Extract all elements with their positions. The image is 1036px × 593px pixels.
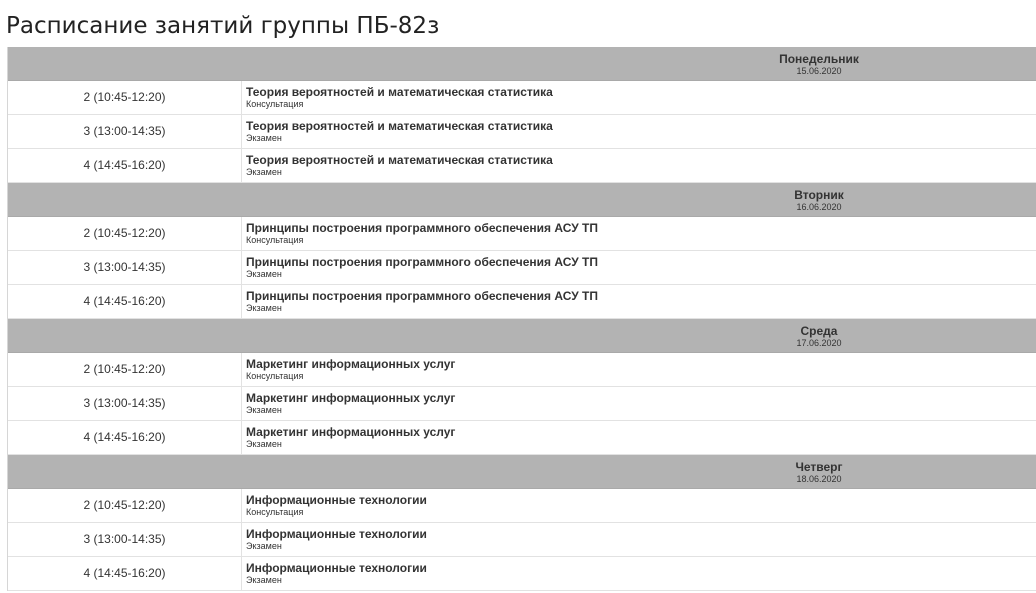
- lesson-subject: Теория вероятностей и математическая ста…: [246, 85, 553, 99]
- lesson-subject: Принципы построения программного обеспеч…: [246, 289, 598, 303]
- lesson-time: 3 (13:00-14:35): [8, 115, 242, 148]
- lesson-subject: Принципы построения программного обеспеч…: [246, 255, 598, 269]
- lesson-row: 3 (13:00-14:35) Принципы построения прог…: [8, 251, 1036, 285]
- day-name: Среда: [800, 324, 838, 338]
- lesson-time: 3 (13:00-14:35): [8, 387, 242, 420]
- lesson-row: 2 (10:45-12:20) Маркетинг информационных…: [8, 353, 1036, 387]
- lesson-type: Консультация: [246, 507, 304, 517]
- lesson-info: Маркетинг информационных услуг Экзамен: [246, 391, 455, 416]
- lesson-row: 3 (13:00-14:35) Информационные технологи…: [8, 523, 1036, 557]
- lesson-info: Маркетинг информационных услуг Экзамен: [246, 425, 455, 450]
- lesson-info: Маркетинг информационных услуг Консульта…: [246, 357, 455, 382]
- lesson-subject: Маркетинг информационных услуг: [246, 391, 456, 405]
- lesson-type: Экзамен: [246, 439, 282, 449]
- lesson-info: Теория вероятностей и математическая ста…: [246, 153, 553, 178]
- lesson-row: 2 (10:45-12:20) Теория вероятностей и ма…: [8, 81, 1036, 115]
- lesson-time: 2 (10:45-12:20): [8, 217, 242, 250]
- day-header-monday: Понедельник 15.06.2020: [8, 47, 1036, 81]
- lesson-subject: Информационные технологии: [246, 527, 427, 541]
- lesson-time: 2 (10:45-12:20): [8, 489, 242, 522]
- lesson-info: Информационные технологии Консультация: [246, 493, 427, 518]
- lesson-info: Принципы построения программного обеспеч…: [246, 221, 598, 246]
- lesson-type: Экзамен: [246, 167, 282, 177]
- lesson-time: 4 (14:45-16:20): [8, 149, 242, 182]
- lesson-info: Теория вероятностей и математическая ста…: [246, 119, 553, 144]
- lesson-type: Консультация: [246, 99, 304, 109]
- lesson-row: 4 (14:45-16:20) Принципы построения прог…: [8, 285, 1036, 319]
- lesson-time: 2 (10:45-12:20): [8, 353, 242, 386]
- lesson-subject: Маркетинг информационных услуг: [246, 425, 456, 439]
- lesson-subject: Принципы построения программного обеспеч…: [246, 221, 598, 235]
- day-name: Четверг: [795, 460, 843, 474]
- schedule-table: Понедельник 15.06.2020 2 (10:45-12:20) Т…: [7, 47, 1036, 591]
- lesson-info: Теория вероятностей и математическая ста…: [246, 85, 553, 110]
- lesson-type: Консультация: [246, 371, 304, 381]
- lesson-info: Принципы построения программного обеспеч…: [246, 255, 598, 280]
- day-header-thursday: Четверг 18.06.2020: [8, 455, 1036, 489]
- lesson-info: Информационные технологии Экзамен: [246, 561, 427, 586]
- lesson-row: 4 (14:45-16:20) Информационные технологи…: [8, 557, 1036, 591]
- lesson-type: Экзамен: [246, 303, 282, 313]
- lesson-info: Принципы построения программного обеспеч…: [246, 289, 598, 314]
- lesson-time: 3 (13:00-14:35): [8, 251, 242, 284]
- lesson-row: 4 (14:45-16:20) Теория вероятностей и ма…: [8, 149, 1036, 183]
- lesson-subject: Информационные технологии: [246, 561, 427, 575]
- day-header-tuesday: Вторник 16.06.2020: [8, 183, 1036, 217]
- lesson-time: 4 (14:45-16:20): [8, 285, 242, 318]
- lesson-row: 2 (10:45-12:20) Принципы построения прог…: [8, 217, 1036, 251]
- lesson-time: 4 (14:45-16:20): [8, 557, 242, 590]
- lesson-subject: Теория вероятностей и математическая ста…: [246, 119, 553, 133]
- lesson-type: Консультация: [246, 235, 304, 245]
- page-title: Расписание занятий группы ПБ-82з: [6, 13, 440, 39]
- day-name: Понедельник: [779, 52, 859, 66]
- lesson-subject: Маркетинг информационных услуг: [246, 357, 456, 371]
- lesson-row: 4 (14:45-16:20) Маркетинг информационных…: [8, 421, 1036, 455]
- day-date: 15.06.2020: [796, 66, 842, 76]
- lesson-info: Информационные технологии Экзамен: [246, 527, 427, 552]
- lesson-type: Экзамен: [246, 269, 282, 279]
- lesson-time: 3 (13:00-14:35): [8, 523, 242, 556]
- day-date: 18.06.2020: [796, 474, 842, 484]
- lesson-subject: Теория вероятностей и математическая ста…: [246, 153, 553, 167]
- lesson-type: Экзамен: [246, 133, 282, 143]
- lesson-type: Экзамен: [246, 575, 282, 585]
- day-date: 17.06.2020: [796, 338, 842, 348]
- lesson-type: Экзамен: [246, 405, 282, 415]
- lesson-time: 2 (10:45-12:20): [8, 81, 242, 114]
- lesson-subject: Информационные технологии: [246, 493, 427, 507]
- lesson-row: 3 (13:00-14:35) Маркетинг информационных…: [8, 387, 1036, 421]
- day-date: 16.06.2020: [796, 202, 842, 212]
- lesson-time: 4 (14:45-16:20): [8, 421, 242, 454]
- lesson-type: Экзамен: [246, 541, 282, 551]
- lesson-row: 3 (13:00-14:35) Теория вероятностей и ма…: [8, 115, 1036, 149]
- lesson-row: 2 (10:45-12:20) Информационные технологи…: [8, 489, 1036, 523]
- day-name: Вторник: [794, 188, 844, 202]
- day-header-wednesday: Среда 17.06.2020: [8, 319, 1036, 353]
